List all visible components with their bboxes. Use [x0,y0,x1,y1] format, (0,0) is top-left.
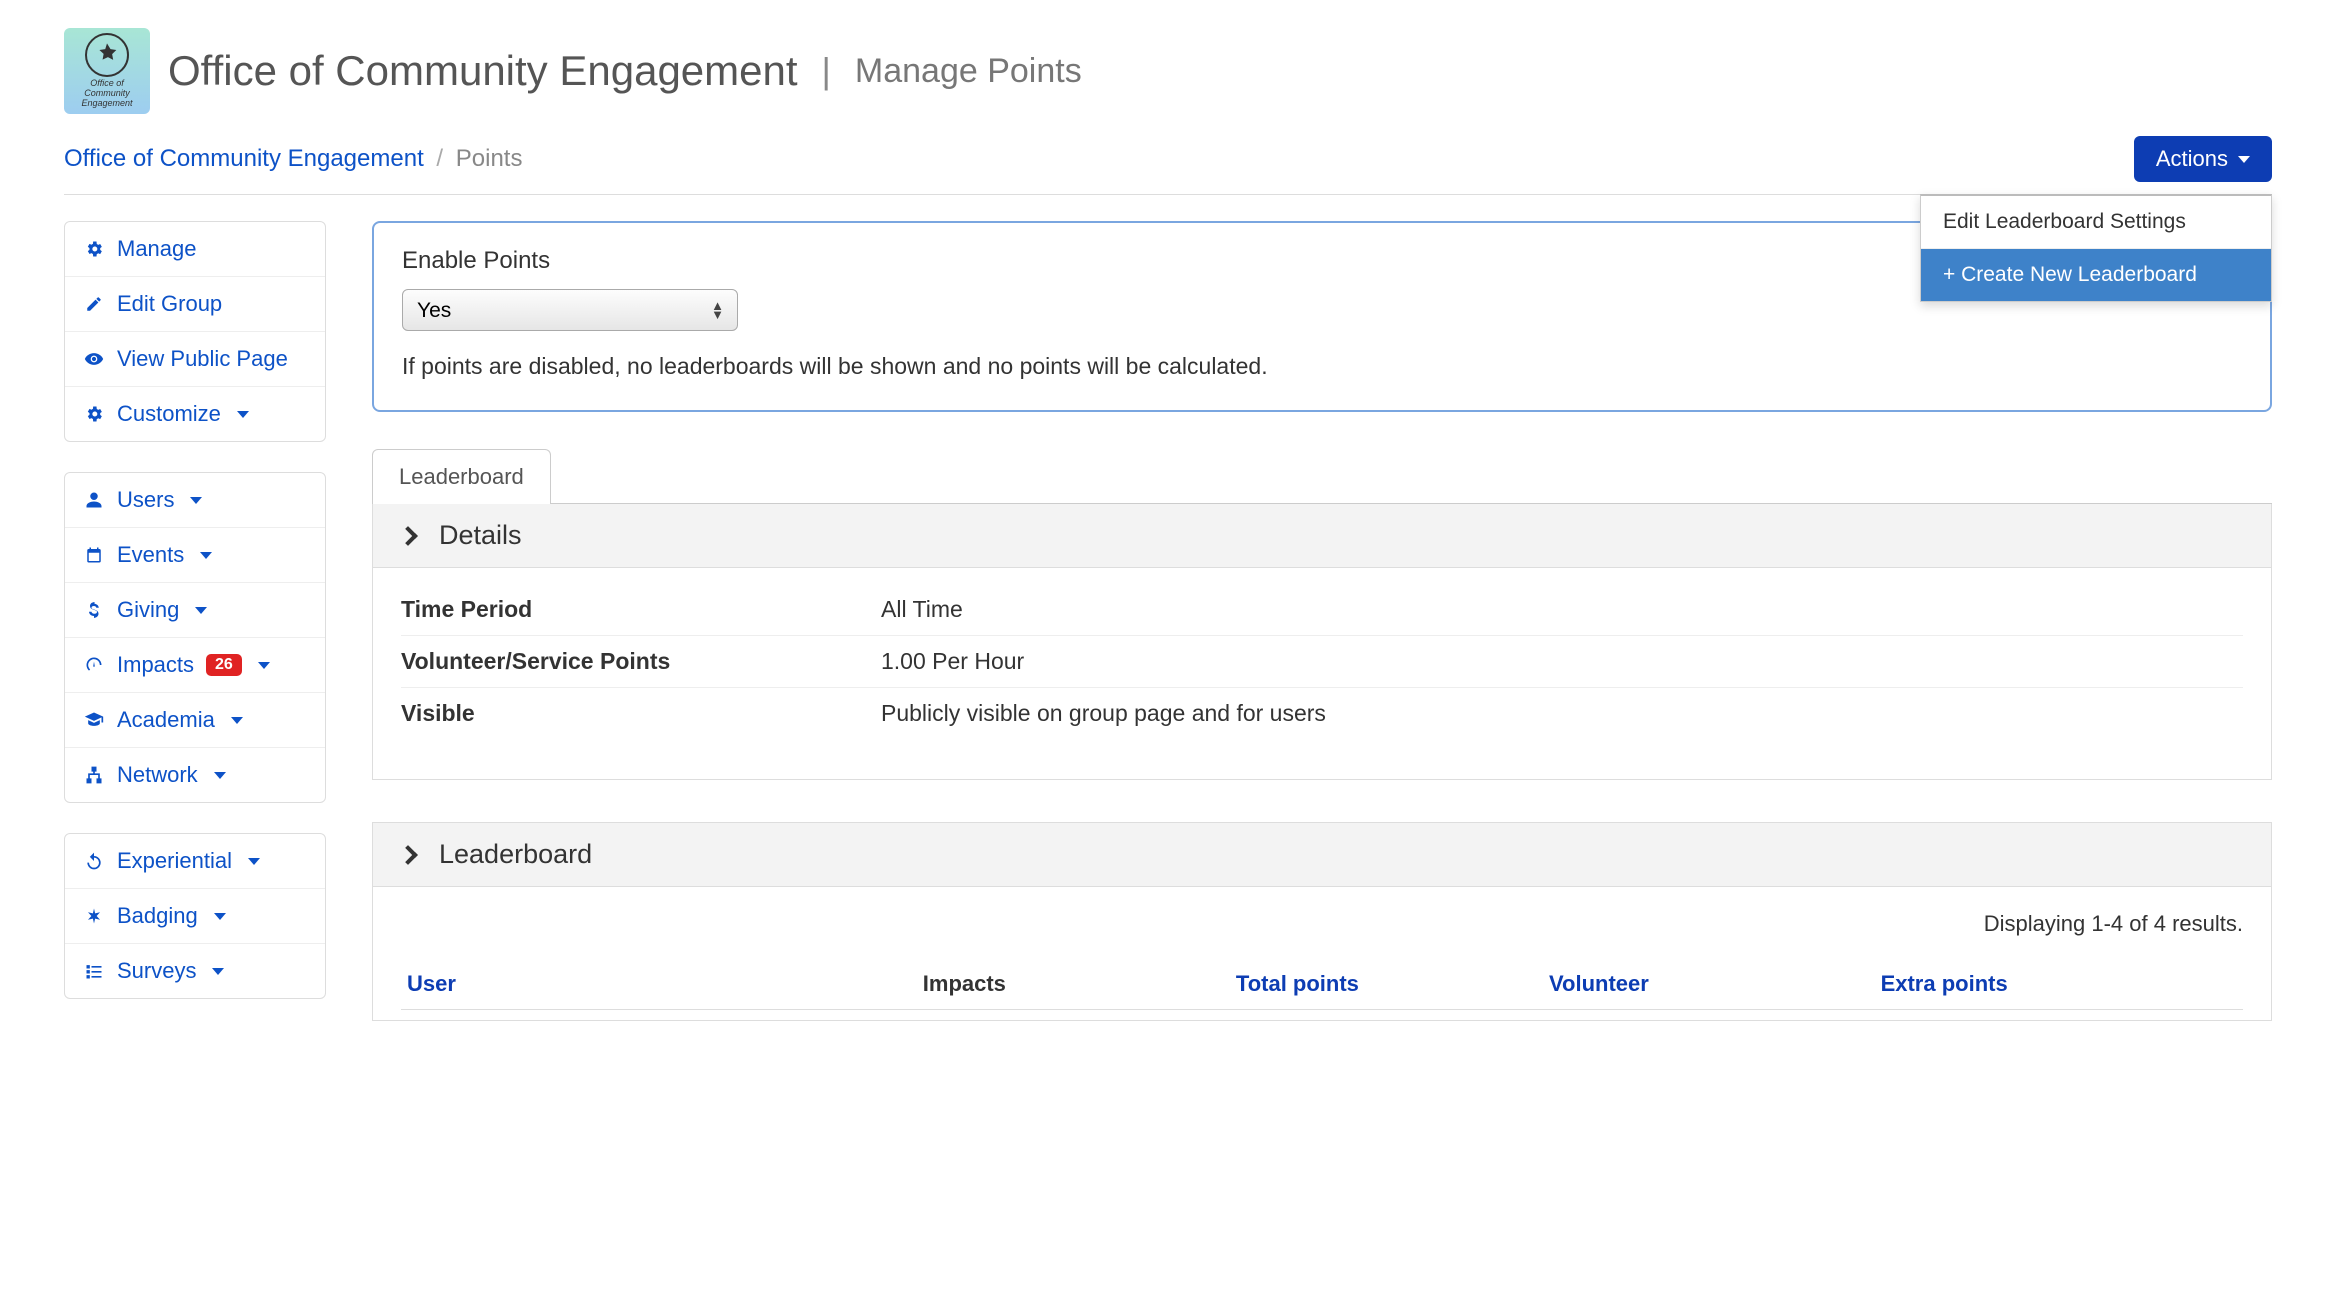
sidebar-item-giving[interactable]: Giving [65,583,325,638]
sidebar-item-label: Impacts [117,652,194,678]
sidebar-item-events[interactable]: Events [65,528,325,583]
details-section-header[interactable]: Details [372,504,2272,568]
caret-down-icon [2238,156,2250,163]
chevron-right-icon [398,526,418,546]
caret-down-icon [214,772,226,779]
detail-value: All Time [881,596,963,623]
impacts-badge: 26 [206,654,242,676]
leaderboard-section-title: Leaderboard [439,839,592,870]
sidebar-item-impacts[interactable]: Impacts 26 [65,638,325,693]
sidebar-item-label: Network [117,762,198,788]
menu-create-new-leaderboard[interactable]: + Create New Leaderboard [1921,249,2271,301]
main-content: Enable Points Yes ▲▼ If points are disab… [372,221,2272,1021]
detail-row-time-period: Time Period All Time [401,584,2243,636]
nav-group-manage: Manage Edit Group View Public Page Custo… [64,221,326,442]
caret-down-icon [258,662,270,669]
sidebar-item-badging[interactable]: Badging [65,889,325,944]
detail-row-visible: Visible Publicly visible on group page a… [401,688,2243,739]
sidebar-item-label: View Public Page [117,346,288,372]
pencil-icon [83,295,105,313]
sidebar-item-manage[interactable]: Manage [65,222,325,277]
leaderboard-body: Displaying 1-4 of 4 results. User Impact… [372,887,2272,1021]
sidebar-item-experiential[interactable]: Experiential [65,834,325,889]
enable-points-helper: If points are disabled, no leaderboards … [402,353,2242,380]
caret-down-icon [237,411,249,418]
sidebar-item-label: Customize [117,401,221,427]
sidebar-item-label: Experiential [117,848,232,874]
col-extra-points[interactable]: Extra points [1875,959,2243,1010]
detail-key: Visible [401,700,881,727]
gears-icon [83,239,105,259]
tab-leaderboard[interactable]: Leaderboard [372,449,551,504]
asterisk-icon [83,907,105,925]
results-count: Displaying 1-4 of 4 results. [401,911,2243,937]
detail-row-volunteer-points: Volunteer/Service Points 1.00 Per Hour [401,636,2243,688]
sidebar-item-academia[interactable]: Academia [65,693,325,748]
details-section-title: Details [439,520,522,551]
actions-button[interactable]: Actions [2134,136,2272,182]
caret-down-icon [195,607,207,614]
sitemap-icon [83,765,105,785]
menu-edit-leaderboard-settings[interactable]: Edit Leaderboard Settings [1921,196,2271,249]
title-divider: | [822,50,831,92]
eye-icon [83,349,105,369]
detail-key: Time Period [401,596,881,623]
actions-dropdown: Edit Leaderboard Settings + Create New L… [1920,194,2272,302]
page-subtitle: Manage Points [855,52,1082,91]
sidebar-item-label: Manage [117,236,197,262]
caret-down-icon [190,497,202,504]
sidebar-item-label: Giving [117,597,179,623]
calendar-icon [83,546,105,564]
list-icon [83,961,105,981]
dollar-icon [83,600,105,620]
sidebar-item-label: Badging [117,903,198,929]
sidebar-item-label: Edit Group [117,291,222,317]
sidebar-item-users[interactable]: Users [65,473,325,528]
sidebar-item-customize[interactable]: Customize [65,387,325,441]
nav-group-extra: Experiential Badging Surveys [64,833,326,999]
caret-down-icon [248,858,260,865]
leaderboard-table: User Impacts Total points Volunteer Extr… [401,959,2243,1010]
sidebar-item-label: Events [117,542,184,568]
actions-button-label: Actions [2156,146,2228,172]
gears-icon [83,404,105,424]
breadcrumb: Office of Community Engagement / Points [64,145,522,173]
chevron-right-icon [398,845,418,865]
gauge-icon [83,655,105,675]
topbar: Office of Community Engagement / Points … [64,136,2272,195]
sidebar: Manage Edit Group View Public Page Custo… [64,221,326,1029]
breadcrumb-separator: / [436,145,443,172]
detail-value: 1.00 Per Hour [881,648,1024,675]
col-volunteer[interactable]: Volunteer [1543,959,1875,1010]
breadcrumb-root[interactable]: Office of Community Engagement [64,145,424,172]
caret-down-icon [212,968,224,975]
col-total-points[interactable]: Total points [1230,959,1543,1010]
sidebar-item-network[interactable]: Network [65,748,325,802]
caret-down-icon [200,552,212,559]
refresh-icon [83,851,105,871]
sidebar-item-surveys[interactable]: Surveys [65,944,325,998]
breadcrumb-current: Points [456,145,523,172]
detail-value: Publicly visible on group page and for u… [881,700,1326,727]
nav-group-data: Users Events Giving Impacts 26 [64,472,326,803]
sidebar-item-edit-group[interactable]: Edit Group [65,277,325,332]
tabs: Leaderboard [372,448,2272,504]
sidebar-item-label: Academia [117,707,215,733]
sidebar-item-label: Surveys [117,958,196,984]
detail-key: Volunteer/Service Points [401,648,881,675]
sidebar-item-view-public-page[interactable]: View Public Page [65,332,325,387]
enable-points-select[interactable]: Yes [402,289,738,331]
leaderboard-section-header[interactable]: Leaderboard [372,822,2272,887]
page-header: Office of Community Engagement Office of… [64,28,2272,114]
caret-down-icon [214,913,226,920]
caret-down-icon [231,717,243,724]
user-icon [83,491,105,509]
sidebar-item-label: Users [117,487,174,513]
org-logo: Office of Community Engagement [64,28,150,114]
col-user[interactable]: User [401,959,917,1010]
col-impacts: Impacts [917,959,1230,1010]
graduation-cap-icon [83,710,105,730]
details-body: Time Period All Time Volunteer/Service P… [372,568,2272,780]
page-title: Office of Community Engagement [168,47,798,95]
